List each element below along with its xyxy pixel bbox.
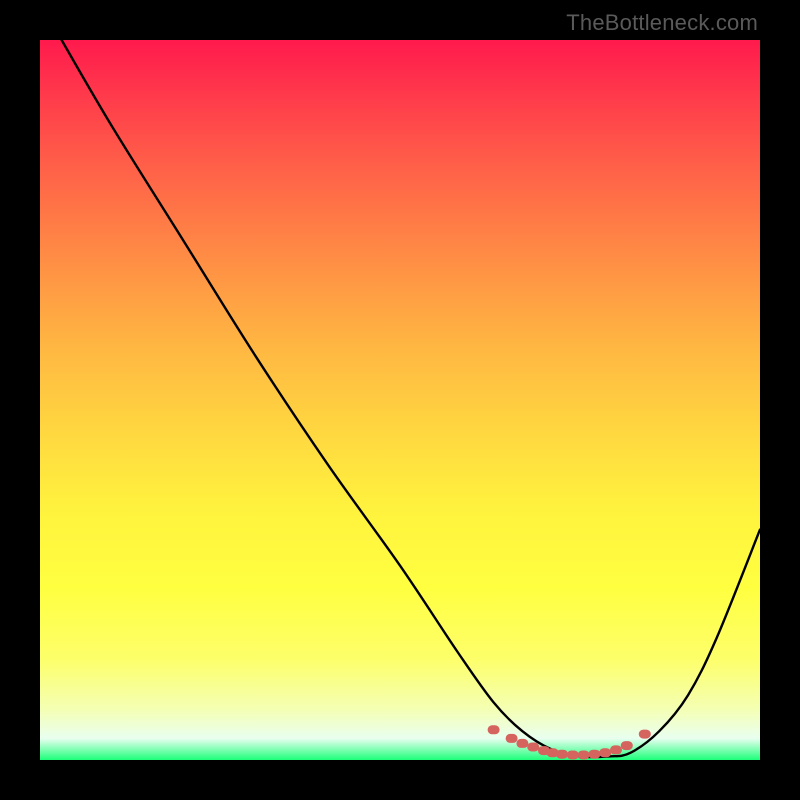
chart-frame: TheBottleneck.com bbox=[0, 0, 800, 800]
optimal-dot bbox=[527, 743, 539, 752]
optimal-dot bbox=[578, 751, 590, 760]
attribution-text: TheBottleneck.com bbox=[566, 10, 758, 36]
chart-overlay-svg bbox=[40, 40, 760, 760]
optimal-dot bbox=[621, 741, 633, 750]
optimal-dot bbox=[639, 730, 651, 739]
optimal-dot bbox=[488, 725, 500, 734]
optimal-dot bbox=[567, 751, 579, 760]
optimal-dot bbox=[588, 750, 600, 759]
optimal-dot bbox=[506, 734, 518, 743]
bottleneck-curve-line bbox=[62, 40, 760, 757]
optimal-dot bbox=[599, 748, 611, 757]
optimal-dot bbox=[556, 750, 568, 759]
optimal-dot bbox=[610, 745, 622, 754]
optimal-dot bbox=[516, 739, 528, 748]
